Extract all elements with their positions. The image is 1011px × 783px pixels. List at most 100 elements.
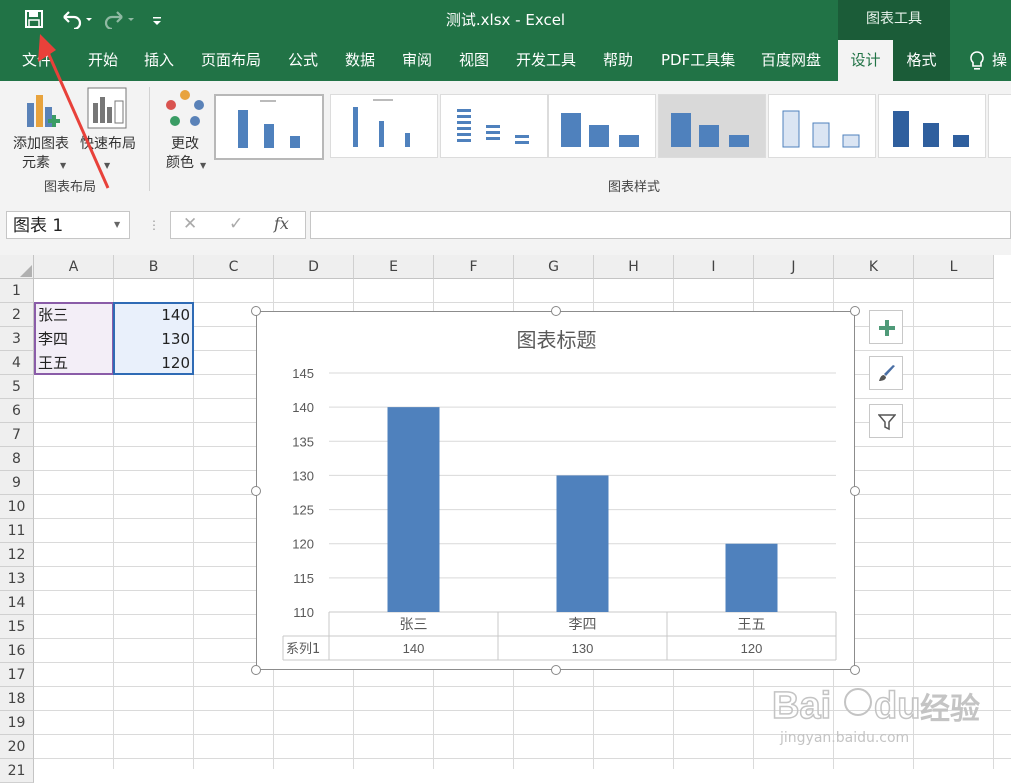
column-header-c[interactable]: C bbox=[194, 255, 274, 279]
name-box-dropdown-icon[interactable]: ▼ bbox=[114, 220, 120, 229]
lightbulb-icon[interactable] bbox=[967, 50, 987, 76]
row-header-20[interactable]: 20 bbox=[0, 735, 34, 759]
column-header-j[interactable]: J bbox=[754, 255, 834, 279]
tab-pdf-tools[interactable]: PDF工具集 bbox=[653, 40, 743, 81]
column-header-e[interactable]: E bbox=[354, 255, 434, 279]
resize-handle-w[interactable] bbox=[251, 486, 261, 496]
data-table-value: 120 bbox=[741, 641, 763, 656]
row-header-11[interactable]: 11 bbox=[0, 519, 34, 543]
column-header-f[interactable]: F bbox=[434, 255, 514, 279]
chart-style-7[interactable] bbox=[878, 94, 986, 158]
cell-a4[interactable]: 王五 bbox=[34, 351, 114, 375]
group-divider bbox=[149, 87, 150, 191]
column-header-i[interactable]: I bbox=[674, 255, 754, 279]
filter-icon bbox=[878, 414, 896, 431]
cell-b4[interactable]: 120 bbox=[114, 351, 194, 375]
tab-formulas[interactable]: 公式 bbox=[280, 40, 326, 81]
chart-style-3[interactable] bbox=[440, 94, 548, 158]
tab-insert[interactable]: 插入 bbox=[136, 40, 182, 81]
row-header-13[interactable]: 13 bbox=[0, 567, 34, 591]
insert-function-icon[interactable]: fx bbox=[274, 214, 289, 233]
row-header-8[interactable]: 8 bbox=[0, 447, 34, 471]
row-header-7[interactable]: 7 bbox=[0, 423, 34, 447]
resize-handle-sw[interactable] bbox=[251, 665, 261, 675]
tab-baidu-netdisk[interactable]: 百度网盘 bbox=[753, 40, 829, 81]
color-palette-icon bbox=[166, 90, 204, 126]
column-header-l[interactable]: L bbox=[914, 255, 994, 279]
ribbon: 添加图表 元素 ▼ 快速布局 ▼ 图表布局 更改 颜色 ▼ 图表样式 bbox=[0, 81, 1011, 199]
row-header-12[interactable]: 12 bbox=[0, 543, 34, 567]
resize-handle-s[interactable] bbox=[551, 665, 561, 675]
row-header-4[interactable]: 4 bbox=[0, 351, 34, 375]
tab-review[interactable]: 审阅 bbox=[394, 40, 440, 81]
column-header-b[interactable]: B bbox=[114, 255, 194, 279]
tab-tell-me[interactable]: 操 bbox=[992, 40, 1007, 81]
chart-filters-button[interactable] bbox=[869, 404, 903, 438]
chart-style-5[interactable] bbox=[658, 94, 766, 158]
ribbon-tabs: 文件 开始 插入 页面布局 公式 数据 审阅 视图 开发工具 帮助 PDF工具集… bbox=[0, 40, 1011, 81]
column-header-k[interactable]: K bbox=[834, 255, 914, 279]
y-tick-label: 125 bbox=[292, 503, 314, 518]
row-header-16[interactable]: 16 bbox=[0, 639, 34, 663]
row-header-3[interactable]: 3 bbox=[0, 327, 34, 351]
x-category-label: 王五 bbox=[738, 617, 766, 633]
row-header-17[interactable]: 17 bbox=[0, 663, 34, 687]
column-header-d[interactable]: D bbox=[274, 255, 354, 279]
column-header-g[interactable]: G bbox=[514, 255, 594, 279]
tab-developer[interactable]: 开发工具 bbox=[508, 40, 584, 81]
formula-input[interactable] bbox=[310, 211, 1011, 239]
row-header-1[interactable]: 1 bbox=[0, 279, 34, 303]
select-all-corner[interactable] bbox=[0, 255, 34, 279]
resize-handle-ne[interactable] bbox=[850, 306, 860, 316]
chart-style-6[interactable] bbox=[768, 94, 876, 158]
row-header-15[interactable]: 15 bbox=[0, 615, 34, 639]
y-tick-label: 130 bbox=[292, 468, 314, 483]
tab-design[interactable]: 设计 bbox=[838, 40, 893, 81]
resize-handle-se[interactable] bbox=[850, 665, 860, 675]
bar-3 bbox=[725, 543, 778, 612]
chart-elements-button[interactable] bbox=[869, 310, 903, 344]
tab-data[interactable]: 数据 bbox=[337, 40, 383, 81]
tab-page-layout[interactable]: 页面布局 bbox=[193, 40, 269, 81]
chart-area[interactable]: 图表标题 145 140 135 130 125 120 115 110 张三 140 李四 130 王… bbox=[256, 311, 855, 670]
name-box[interactable]: 图表 1 bbox=[6, 211, 130, 239]
row-header-10[interactable]: 10 bbox=[0, 495, 34, 519]
row-header-21[interactable]: 21 bbox=[0, 759, 34, 783]
cell-a2[interactable]: 张三 bbox=[34, 303, 114, 327]
y-tick-label: 145 bbox=[292, 366, 314, 381]
chart-styles-button[interactable] bbox=[869, 356, 903, 390]
cancel-icon[interactable]: ✕ bbox=[183, 214, 197, 234]
column-header-h[interactable]: H bbox=[594, 255, 674, 279]
paintbrush-icon bbox=[879, 365, 895, 381]
more-options-icon: ⋮ bbox=[148, 218, 160, 232]
dropdown-arrow-icon: ▼ bbox=[200, 161, 207, 170]
chart-style-8[interactable] bbox=[988, 94, 1011, 158]
cell-b2[interactable]: 140 bbox=[114, 303, 194, 327]
row-header-18[interactable]: 18 bbox=[0, 687, 34, 711]
chart-style-2[interactable] bbox=[330, 94, 438, 158]
resize-handle-nw[interactable] bbox=[251, 306, 261, 316]
chart-style-1[interactable] bbox=[214, 94, 324, 160]
x-category-label: 李四 bbox=[569, 617, 597, 633]
column-header-a[interactable]: A bbox=[34, 255, 114, 279]
cell-a3[interactable]: 李四 bbox=[34, 327, 114, 351]
tab-view[interactable]: 视图 bbox=[451, 40, 497, 81]
resize-handle-n[interactable] bbox=[551, 306, 561, 316]
resize-handle-e[interactable] bbox=[850, 486, 860, 496]
row-header-19[interactable]: 19 bbox=[0, 711, 34, 735]
tab-help[interactable]: 帮助 bbox=[595, 40, 641, 81]
change-colors-button[interactable]: 更改 颜色 ▼ bbox=[160, 87, 210, 171]
row-header-5[interactable]: 5 bbox=[0, 375, 34, 399]
annotation-arrow bbox=[38, 34, 110, 189]
chart-style-4[interactable] bbox=[548, 94, 656, 158]
enter-icon[interactable]: ✓ bbox=[229, 214, 243, 234]
watermark-brand: 经验 bbox=[920, 692, 980, 727]
row-header-2[interactable]: 2 bbox=[0, 303, 34, 327]
baidu-watermark: Bai du 经验 jingyan.baidu.com bbox=[770, 680, 990, 760]
row-header-14[interactable]: 14 bbox=[0, 591, 34, 615]
cell-b3[interactable]: 130 bbox=[114, 327, 194, 351]
row-header-9[interactable]: 9 bbox=[0, 471, 34, 495]
row-header-6[interactable]: 6 bbox=[0, 399, 34, 423]
tab-format[interactable]: 格式 bbox=[893, 40, 950, 81]
y-tick-label: 115 bbox=[293, 571, 314, 586]
